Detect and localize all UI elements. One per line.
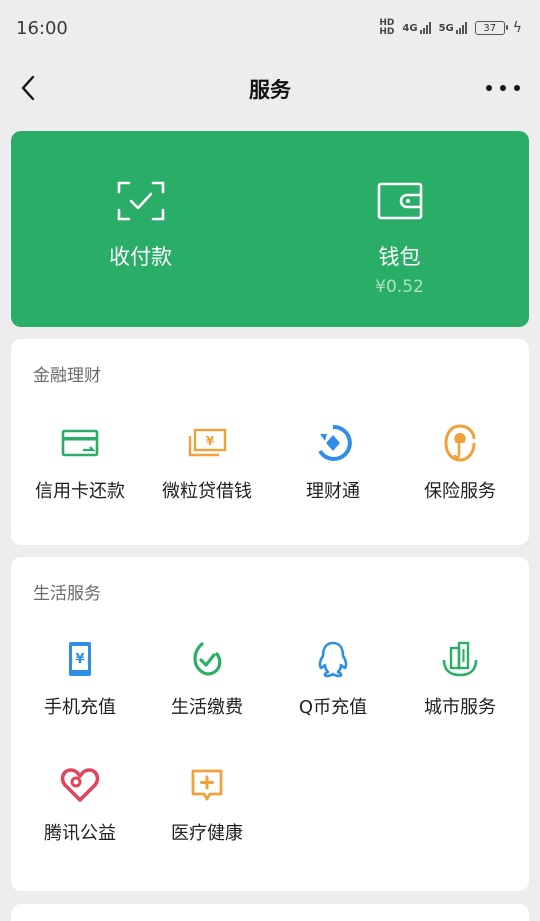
- next-section-peek: [11, 904, 529, 921]
- network-5g-label: 5G: [438, 23, 454, 34]
- credit-card-repay-item[interactable]: 信用卡还款: [15, 423, 145, 503]
- back-button[interactable]: [14, 74, 42, 102]
- hd-bottom-label: HD: [379, 27, 395, 37]
- signal-5g: 5G: [439, 22, 467, 34]
- grid-item-label: 腾讯公益: [44, 823, 116, 844]
- grid-item-label: 生活缴费: [171, 697, 243, 718]
- signal-4g: 4G: [402, 22, 431, 34]
- credit-card-icon: [60, 423, 100, 463]
- svg-text:¥: ¥: [206, 434, 215, 448]
- section-title: 生活服务: [33, 584, 101, 604]
- status-bar: 16:00 HD HD 4G 5G 37 ϟ: [0, 0, 540, 56]
- battery-icon: 37: [474, 21, 508, 35]
- wallet-label: 钱包: [378, 245, 421, 269]
- grid-item-label: 理财通: [306, 481, 360, 502]
- nav-bar: 服务: [0, 60, 540, 118]
- phone-topup-icon: ¥: [60, 639, 100, 679]
- loan-icon: ¥: [187, 423, 227, 463]
- network-4g-label: 4G: [402, 23, 418, 34]
- charity-icon: [60, 765, 100, 805]
- weilidai-loan-item[interactable]: ¥ 微粒贷借钱: [142, 423, 272, 503]
- grid-item-label: 医疗健康: [171, 823, 243, 844]
- wealth-icon: [313, 423, 353, 463]
- medical-icon: [187, 765, 227, 805]
- life-services-section: 生活服务 ¥ 手机充值 生活缴费 Q币充值 城市服务 腾讯公益 医疗健康: [11, 557, 529, 891]
- status-indicators: HD HD 4G 5G 37 ϟ: [379, 19, 522, 37]
- more-dot-icon: [486, 85, 492, 91]
- insurance-icon: [440, 423, 480, 463]
- city-icon: [440, 639, 480, 679]
- chevron-left-icon: [21, 75, 35, 101]
- scan-pay-icon: [117, 179, 165, 223]
- status-time: 16:00: [16, 17, 68, 39]
- pay-receive-button[interactable]: 收付款: [11, 131, 270, 327]
- pay-receive-label: 收付款: [109, 245, 172, 269]
- grid-item-label: 保险服务: [424, 481, 496, 502]
- grid-item-label: 城市服务: [424, 697, 496, 718]
- qcoin-topup-item[interactable]: Q币充值: [268, 639, 398, 719]
- wallet-balance: ¥0.52: [375, 277, 424, 297]
- more-dot-icon: [500, 85, 506, 91]
- svg-text:¥: ¥: [75, 652, 84, 667]
- signal-bars-icon: [419, 22, 431, 34]
- qq-icon: [313, 639, 353, 679]
- more-dot-icon: [514, 85, 520, 91]
- wallet-icon: [376, 179, 424, 223]
- medical-health-item[interactable]: 医疗健康: [142, 765, 272, 845]
- battery-level: 37: [483, 22, 497, 34]
- licaitong-item[interactable]: 理财通: [268, 423, 398, 503]
- page-title: 服务: [249, 78, 291, 102]
- city-services-item[interactable]: 城市服务: [395, 639, 525, 719]
- section-title: 金融理财: [33, 366, 101, 386]
- more-button[interactable]: [486, 76, 520, 100]
- signal-bars-icon: [455, 22, 467, 34]
- finance-section: 金融理财 信用卡还款 ¥ 微粒贷借钱 理财通 保险服务: [11, 339, 529, 545]
- insurance-item[interactable]: 保险服务: [395, 423, 525, 503]
- hero-card: 收付款 钱包 ¥0.52: [11, 131, 529, 327]
- grid-item-label: 手机充值: [44, 697, 116, 718]
- grid-item-label: Q币充值: [298, 697, 368, 718]
- utility-icon: [187, 639, 227, 679]
- charging-icon: ϟ: [512, 20, 522, 36]
- hd-indicator: HD HD: [379, 19, 394, 37]
- grid-item-label: 信用卡还款: [35, 481, 125, 502]
- phone-topup-item[interactable]: ¥ 手机充值: [15, 639, 145, 719]
- grid-item-label: 微粒贷借钱: [162, 481, 252, 502]
- tencent-charity-item[interactable]: 腾讯公益: [15, 765, 145, 845]
- wallet-button[interactable]: 钱包 ¥0.52: [270, 131, 529, 327]
- utility-payment-item[interactable]: 生活缴费: [142, 639, 272, 719]
